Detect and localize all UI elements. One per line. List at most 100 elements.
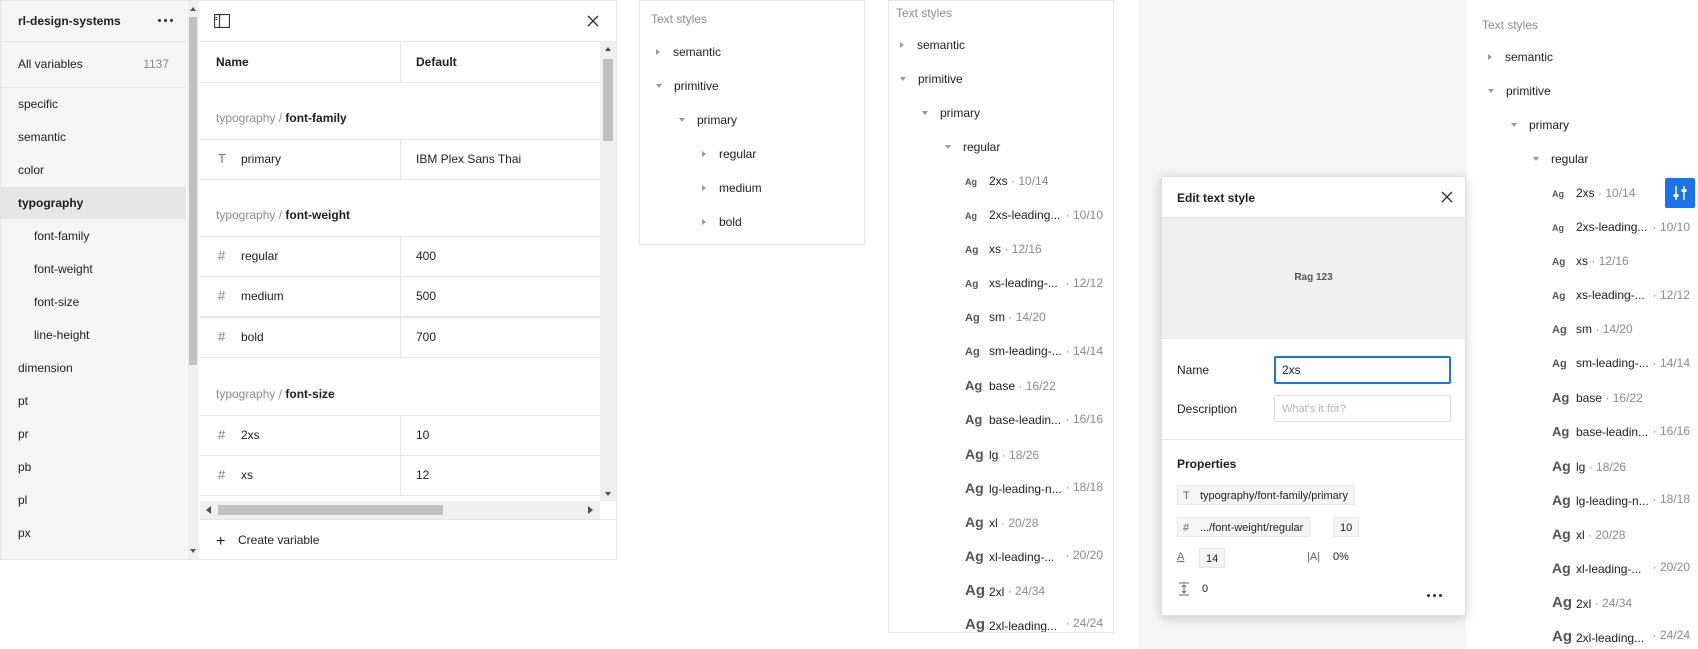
text-style-item[interactable]: Ag xs-leading-... · 12/12 (965, 276, 1107, 296)
text-style-item[interactable]: Ag xl-leading-... · 20/20 (1552, 560, 1690, 580)
caret-right-icon[interactable] (702, 185, 706, 191)
text-style-item[interactable]: Ag xl-leading-... · 20/20 (965, 548, 1107, 568)
sidebar-item-semantic[interactable]: semantic (1, 121, 186, 153)
variable-row[interactable]: # bold 700 (200, 317, 600, 358)
caret-right-icon[interactable] (702, 219, 706, 225)
sidebar-item-pl[interactable]: pl (1, 484, 186, 516)
text-style-item[interactable]: Ag xl · 20/28 (965, 514, 1107, 534)
sidebar-item-font-size[interactable]: font-size (1, 286, 186, 318)
variable-name[interactable]: xs (241, 468, 253, 482)
text-style-item[interactable]: Ag 2xl-leading... · 24/24 (965, 616, 1107, 632)
text-style-item[interactable]: Ag 2xs · 10/14 (965, 174, 1107, 194)
more-options-icon[interactable] (1425, 591, 1445, 601)
text-style-item[interactable]: Ag lg-leading-n... · 18/18 (965, 480, 1107, 500)
sidebar-item-font-weight[interactable]: font-weight (1, 253, 186, 285)
sidebar-item-px[interactable]: px (1, 517, 186, 549)
table-vertical-scrollbar[interactable] (600, 41, 616, 501)
text-style-item[interactable]: Ag sm · 14/20 (1552, 322, 1690, 342)
create-variable-button[interactable]: + Create variable (216, 533, 319, 550)
text-style-item[interactable]: Ag 2xl · 24/34 (1552, 594, 1690, 614)
text-style-item[interactable]: Ag 2xs-leading... · 10/10 (1552, 220, 1690, 240)
variable-value[interactable]: 700 (416, 330, 436, 344)
description-input[interactable] (1274, 395, 1451, 422)
tree-item-primitive[interactable]: primitive (1488, 84, 1551, 98)
font-weight-token[interactable]: # .../font-weight/regular (1177, 517, 1311, 537)
text-style-item[interactable]: Ag xs · 12/16 (965, 242, 1107, 262)
sidebar-toggle-icon[interactable] (214, 14, 230, 28)
text-style-item[interactable]: Ag base-leadin... · 16/16 (1552, 424, 1690, 444)
tree-item-primitive[interactable]: primitive (900, 72, 963, 86)
text-style-item[interactable]: Ag lg · 18/26 (1552, 458, 1690, 478)
text-style-item[interactable]: Ag lg-leading-n... · 18/18 (1552, 492, 1690, 512)
column-header-default[interactable]: Default (416, 55, 457, 69)
variable-value[interactable]: 10 (416, 428, 429, 442)
tree-item-primitive[interactable]: primitive (656, 79, 719, 93)
tree-item-semantic[interactable]: semantic (656, 45, 721, 59)
variable-name[interactable]: regular (241, 249, 278, 263)
text-style-item[interactable]: Ag base · 16/22 (965, 378, 1107, 398)
variable-name[interactable]: primary (241, 152, 281, 166)
tree-item-primary[interactable]: primary (1511, 118, 1569, 132)
caret-down-icon[interactable] (1533, 157, 1539, 161)
name-input[interactable] (1274, 356, 1451, 384)
sidebar-item-dimension[interactable]: dimension (1, 352, 186, 384)
caret-down-icon[interactable] (900, 77, 906, 81)
variable-row[interactable]: # medium 500 (200, 276, 600, 317)
tree-item-bold[interactable]: bold (702, 215, 742, 229)
column-header-name[interactable]: Name (216, 55, 249, 69)
variable-name[interactable]: 2xs (241, 428, 260, 442)
text-style-item[interactable]: Ag sm-leading-... · 14/14 (965, 344, 1107, 364)
text-style-item[interactable]: Ag base-leadin... · 16/16 (965, 412, 1107, 432)
close-icon[interactable] (1439, 189, 1455, 205)
sidebar-item-font-family[interactable]: font-family (1, 220, 186, 252)
variable-value[interactable]: 400 (416, 249, 436, 263)
caret-right-icon[interactable] (702, 151, 706, 157)
sidebar-item-pr[interactable]: pr (1, 418, 186, 450)
variable-name[interactable]: bold (241, 330, 264, 344)
caret-down-icon[interactable] (1511, 123, 1517, 127)
paragraph-spacing-value[interactable]: 0 (1202, 583, 1208, 595)
variable-row[interactable]: #2xs 10 (200, 415, 600, 456)
variable-value[interactable]: 500 (416, 289, 436, 303)
variable-value[interactable]: 12 (416, 468, 429, 482)
more-options-icon[interactable] (156, 13, 176, 27)
sidebar-item-specific[interactable]: specific (1, 88, 186, 120)
all-variables-item[interactable]: All variables (18, 57, 83, 71)
collection-name[interactable]: rl-design-systems (18, 14, 121, 28)
caret-right-icon[interactable] (900, 42, 904, 48)
sidebar-item-typography[interactable]: typography (1, 187, 186, 219)
font-family-token[interactable]: Ttypography/font-family/primary (1177, 485, 1355, 505)
tree-item-regular[interactable]: regular (1533, 152, 1588, 166)
close-icon[interactable] (587, 15, 599, 27)
caret-down-icon[interactable] (922, 111, 928, 115)
font-size-value[interactable]: 14 (1199, 548, 1226, 568)
text-style-item[interactable]: Ag sm-leading-... · 14/14 (1552, 356, 1690, 376)
text-style-item[interactable]: Ag 2xl-leading... · 24/24 (1552, 628, 1690, 648)
variable-row[interactable]: Tprimary IBM Plex Sans Thai (200, 139, 600, 180)
text-style-item[interactable]: Ag base · 16/22 (1552, 390, 1690, 410)
sidebar-item-pt[interactable]: pt (1, 385, 186, 417)
tree-item-regular[interactable]: regular (702, 147, 756, 161)
font-weight-value[interactable]: 10 (1333, 517, 1360, 537)
sidebar-scrollbar[interactable] (187, 1, 199, 559)
letter-spacing-value[interactable]: 0% (1333, 551, 1349, 563)
text-style-item[interactable]: Ag xs · 12/16 (1552, 254, 1690, 274)
text-style-item[interactable]: Ag 2xs-leading... · 10/10 (965, 208, 1107, 228)
sidebar-item-pb[interactable]: pb (1, 451, 186, 483)
variable-value[interactable]: IBM Plex Sans Thai (416, 152, 521, 166)
variable-row[interactable]: # regular 400 (200, 236, 600, 277)
sidebar-scroll-thumb[interactable] (189, 17, 197, 365)
tree-item-regular[interactable]: regular (945, 140, 1000, 154)
text-style-item[interactable]: Ag lg · 18/26 (965, 446, 1107, 466)
tree-item-primary[interactable]: primary (679, 113, 737, 127)
caret-down-icon[interactable] (656, 84, 662, 88)
caret-right-icon[interactable] (656, 49, 660, 55)
text-style-item[interactable]: Ag 2xl · 24/34 (965, 582, 1107, 602)
sidebar-item-line-height[interactable]: line-height (1, 319, 186, 351)
tree-item-semantic[interactable]: semantic (900, 38, 965, 52)
caret-down-icon[interactable] (945, 145, 951, 149)
sidebar-item-color[interactable]: color (1, 154, 186, 186)
text-style-item[interactable]: Ag sm · 14/20 (965, 310, 1107, 330)
tree-item-medium[interactable]: medium (702, 181, 762, 195)
text-style-item[interactable]: Ag xl · 20/28 (1552, 526, 1690, 546)
